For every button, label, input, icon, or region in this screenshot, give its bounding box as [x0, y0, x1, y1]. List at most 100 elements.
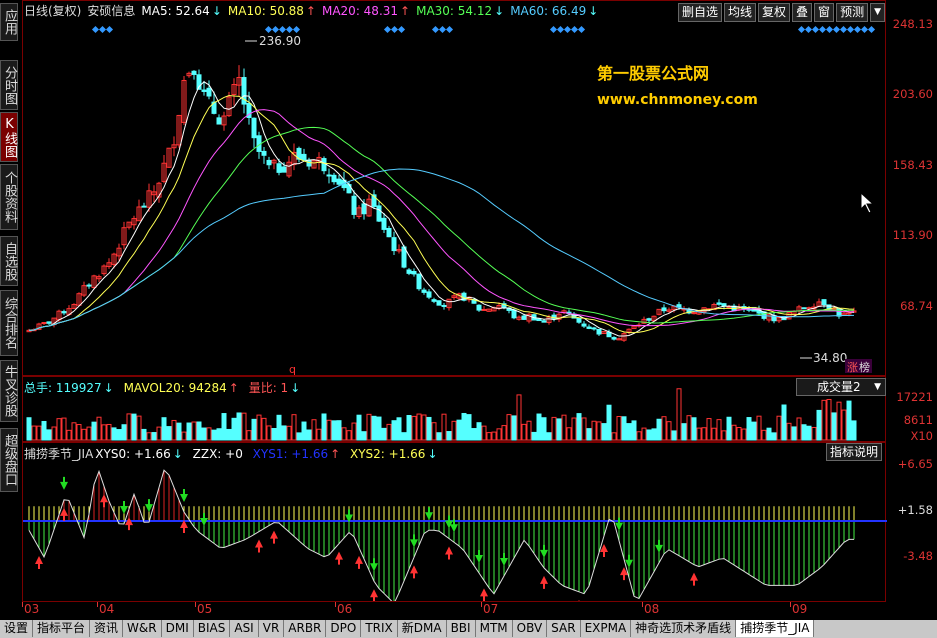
bottom-tab[interactable]: VR	[259, 620, 285, 637]
candle-body	[541, 320, 547, 323]
bottom-tab[interactable]: BBI	[447, 620, 476, 637]
candle-body	[801, 307, 807, 310]
indicator-help-button[interactable]: 指标说明	[826, 443, 883, 461]
buy-arrow-icon	[100, 494, 108, 508]
kline-chart-panel[interactable]: 236.90 34.80 第一股票公式网 www.chnmoney.com q 涨榜	[22, 0, 886, 376]
candle-body	[441, 304, 447, 307]
volume-bar	[731, 424, 737, 441]
volume-bar	[541, 417, 547, 441]
volume-bar	[136, 415, 142, 441]
toolbar-button[interactable]: 叠	[792, 3, 813, 22]
xys0-value: XYS0: +1.66	[95, 447, 171, 461]
bottom-tab[interactable]: OBV	[513, 620, 548, 637]
volume-indicator-dropdown[interactable]: 成交量2 ▼	[796, 378, 886, 396]
candle-body	[436, 300, 442, 306]
bottom-tab[interactable]: BIAS	[194, 620, 231, 637]
indicator-panel[interactable]	[22, 442, 887, 602]
sidebar-item-diagnosis[interactable]: 牛叉诊股	[0, 360, 18, 422]
bottom-tab[interactable]: 设置	[0, 620, 34, 637]
sidebar-item-intraday[interactable]: 分时图	[0, 60, 18, 110]
xys0-arrow: ↓	[172, 447, 183, 461]
candle-body	[416, 273, 422, 290]
toolbar-button[interactable]: 预测	[836, 3, 869, 22]
month-label: 05	[197, 602, 213, 616]
sidebar-item-apps[interactable]: 应用	[0, 3, 18, 41]
volume-bar	[531, 431, 537, 441]
bottom-tab[interactable]: 神奇选顶术矛盾线	[631, 620, 737, 637]
sell-arrow-icon	[60, 476, 68, 490]
candle-body	[521, 315, 527, 320]
toolbar-button[interactable]: 窗	[814, 3, 835, 22]
volume-bar	[486, 432, 492, 441]
indicator-chart	[23, 469, 887, 601]
axis-tick-label: -3.48	[903, 549, 933, 563]
volume-bar	[206, 427, 212, 441]
rank-badge-left: 涨	[847, 361, 858, 374]
sell-arrow-icon	[410, 534, 418, 548]
volume-bar	[296, 432, 302, 441]
volume-bar	[241, 412, 247, 441]
candle-body	[586, 326, 592, 329]
signal-diamond	[264, 25, 273, 34]
indicator-axis: +6.65 +1.58 -3.48	[886, 442, 937, 602]
volume-bar	[626, 423, 632, 441]
bottom-tab[interactable]: 指标平台	[33, 620, 91, 637]
sidebar-item-kline[interactable]: K线图	[0, 112, 18, 162]
volume-bar	[496, 428, 502, 441]
axis-tick-label: 203.60	[892, 87, 933, 101]
buy-arrow-icon	[578, 599, 580, 601]
signal-diamond	[91, 25, 100, 34]
volume-bar	[431, 422, 437, 441]
candle-body	[86, 284, 92, 287]
ma-legend-item: MA30: 54.12	[416, 4, 493, 18]
volume-bar	[791, 426, 797, 441]
sidebar-item-stock-info[interactable]: 个股资料	[0, 164, 18, 230]
candle-body	[411, 270, 417, 275]
toolbar-button[interactable]: 均线	[724, 3, 757, 22]
volume-bar	[706, 418, 712, 441]
signal-diamond	[563, 25, 572, 34]
volume-bar	[46, 429, 52, 441]
chevron-down-icon[interactable]: ▼	[870, 3, 885, 22]
volume-bar	[696, 427, 702, 441]
bottom-tab[interactable]: TRIX	[361, 620, 398, 637]
toolbar-button[interactable]: 复权	[758, 3, 791, 22]
volume-bar	[41, 420, 47, 441]
sidebar-item-ranking[interactable]: 综合排名	[0, 290, 18, 356]
sidebar-item-super-board[interactable]: 超级盘口	[0, 428, 18, 492]
volume-bar	[26, 417, 32, 441]
volume-bar	[366, 413, 372, 441]
volume-bar	[451, 420, 457, 441]
bottom-tab[interactable]: EXPMA	[581, 620, 632, 637]
candle-body	[391, 237, 397, 252]
sell-arrow-icon	[370, 558, 378, 572]
toolbar-button[interactable]: 删自选	[677, 3, 722, 22]
candle-body	[596, 328, 602, 335]
buy-arrow-icon	[35, 556, 43, 570]
volume-bar	[221, 413, 227, 441]
bottom-tab[interactable]: MTM	[476, 620, 513, 637]
bottom-tab[interactable]: 捕捞季节_JIA	[736, 620, 815, 637]
bottom-tab[interactable]: DPO	[326, 620, 362, 637]
bottom-tab[interactable]: SAR	[547, 620, 581, 637]
watermark-url: www.chnmoney.com	[597, 92, 758, 108]
bottom-tab[interactable]: 新DMA	[398, 620, 447, 637]
candle-body	[581, 323, 587, 327]
bottom-tab[interactable]: DMI	[162, 620, 194, 637]
bottom-tab[interactable]: ASI	[230, 620, 259, 637]
bottom-tab[interactable]: W&R	[123, 620, 162, 637]
volume-bar	[396, 417, 402, 441]
signal-diamond	[811, 25, 820, 34]
volume-bar	[636, 431, 642, 441]
volume-bar	[551, 416, 557, 441]
volume-bar	[441, 413, 447, 441]
volume-bar	[606, 404, 612, 441]
volume-bar	[671, 430, 677, 441]
candle-body	[206, 87, 212, 97]
bottom-tab[interactable]: 资讯	[90, 620, 124, 637]
sidebar-item-watchlist[interactable]: 自选股	[0, 236, 18, 286]
bottom-tab[interactable]: ARBR	[284, 620, 327, 637]
candle-body	[61, 311, 67, 314]
candle-body	[476, 304, 482, 311]
zzx-value: ZZX: +0	[192, 447, 243, 461]
